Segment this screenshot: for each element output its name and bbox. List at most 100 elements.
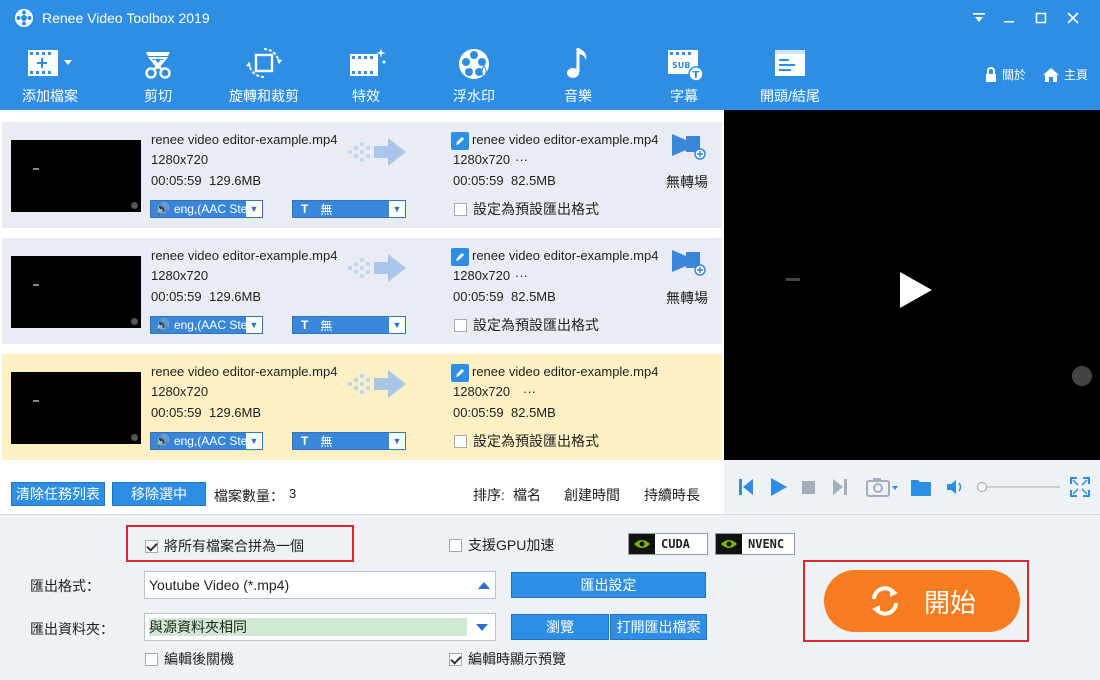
output-file-name: renee video editor-example.mp4 xyxy=(472,248,659,263)
output-size: 82.5MB xyxy=(511,173,556,188)
transition-label[interactable]: 無轉場 xyxy=(666,172,708,192)
dropdown-menu-button[interactable] xyxy=(964,6,994,30)
play-icon[interactable] xyxy=(898,270,934,310)
file-row[interactable]: renee video editor-example.mp4 1280x720 … xyxy=(2,238,722,344)
checkbox[interactable] xyxy=(454,202,467,216)
remove-selected-button[interactable]: 移除選中 xyxy=(112,482,206,506)
toolbar-label: 旋轉和裁剪 xyxy=(229,88,299,104)
subtitle-dropdown[interactable]: T 無 ▼ xyxy=(292,200,406,218)
export-settings-button[interactable]: 匯出設定 xyxy=(511,572,706,598)
about-link[interactable]: 關於 xyxy=(984,66,1026,83)
transition-camera-icon[interactable] xyxy=(670,128,708,160)
subtitle-dropdown[interactable]: T 無 ▼ xyxy=(292,316,406,334)
edit-output-button[interactable] xyxy=(451,132,469,150)
home-link[interactable]: 主頁 xyxy=(1042,66,1088,83)
speaker-icon: 🔊 xyxy=(155,434,170,448)
toolbar-music[interactable]: 音樂 xyxy=(528,44,628,106)
checkbox-checked[interactable] xyxy=(145,539,158,553)
preview-side-icon xyxy=(1072,366,1092,386)
nvidia-eye-icon xyxy=(716,534,742,554)
checkbox-checked[interactable] xyxy=(449,652,462,666)
toolbar-label: 字幕 xyxy=(670,88,698,104)
output-size: 82.5MB xyxy=(511,405,556,420)
set-default-format-checkbox[interactable]: 設定為預設匯出格式 xyxy=(454,315,599,335)
subtitle-dropdown[interactable]: T 無 ▼ xyxy=(292,432,406,450)
open-export-folder-button[interactable]: 打開匯出檔案 xyxy=(610,614,707,640)
speaker-icon: 🔊 xyxy=(155,318,170,332)
subtitle-value: 無 xyxy=(320,318,333,333)
checkbox[interactable] xyxy=(449,538,462,552)
minimize-button[interactable] xyxy=(994,6,1024,30)
sort-label: 排序: xyxy=(473,487,505,503)
gpu-accel-checkbox[interactable]: 支援GPU加速 xyxy=(449,535,554,555)
toolbar-cut[interactable]: 剪切 xyxy=(108,44,208,106)
volume-icon[interactable] xyxy=(946,479,966,495)
subtitle-value: 無 xyxy=(320,434,333,449)
toolbar-intro-outro[interactable]: 開頭/結尾 xyxy=(740,44,840,106)
file-row-selected[interactable]: renee video editor-example.mp4 1280x720 … xyxy=(2,354,722,460)
stop-icon[interactable] xyxy=(802,481,815,494)
export-folder-select[interactable]: 與源資料夾相同 xyxy=(144,613,496,641)
maximize-icon xyxy=(1035,12,1047,24)
menu-down-icon xyxy=(973,13,985,22)
show-preview-checkbox[interactable]: 編輯時顯示預覽 xyxy=(449,649,566,669)
text-t-icon: T xyxy=(301,202,309,216)
close-button[interactable] xyxy=(1058,6,1088,30)
set-default-format-checkbox[interactable]: 設定為預設匯出格式 xyxy=(454,431,599,451)
transition-label[interactable]: 無轉場 xyxy=(666,288,708,308)
output-more-button[interactable]: ··· xyxy=(523,384,536,399)
sort-by-created[interactable]: 創建時間 xyxy=(564,485,620,505)
merge-files-checkbox[interactable]: 將所有檔案合拼為一個 xyxy=(145,536,304,556)
svg-text:T: T xyxy=(693,70,700,81)
output-duration: 00:05:59 xyxy=(453,405,504,420)
toolbar-add-file[interactable]: 添加檔案 xyxy=(0,44,100,106)
set-default-format-checkbox[interactable]: 設定為預設匯出格式 xyxy=(454,199,599,219)
checkbox[interactable] xyxy=(454,318,467,332)
player-controls xyxy=(724,460,1100,514)
clear-task-list-button[interactable]: 清除任務列表 xyxy=(11,482,105,506)
audio-track-dropdown[interactable]: 🔊 eng,(AAC Ste ▼ xyxy=(150,432,263,450)
toolbar-rotate-crop[interactable]: 旋轉和裁剪 xyxy=(214,44,314,106)
source-size: 129.6MB xyxy=(209,405,262,420)
volume-knob[interactable] xyxy=(977,482,988,492)
sort-by-duration[interactable]: 持續時長 xyxy=(644,485,700,505)
checkbox[interactable] xyxy=(454,434,467,448)
output-resolution: 1280x720 xyxy=(453,152,511,167)
audio-track-dropdown[interactable]: 🔊 eng,(AAC Ste ▼ xyxy=(150,200,263,218)
audio-track-dropdown[interactable]: 🔊 eng,(AAC Ste ▼ xyxy=(150,316,263,334)
sort-by-name[interactable]: 檔名 xyxy=(513,485,541,505)
toolbar-watermark[interactable]: 浮水印 xyxy=(424,44,524,106)
browse-button[interactable]: 瀏覽 xyxy=(511,614,609,640)
audio-track-value: eng,(AAC Ste xyxy=(173,202,246,216)
maximize-button[interactable] xyxy=(1026,6,1056,30)
edit-output-button[interactable] xyxy=(451,248,469,266)
start-label: 開始 xyxy=(923,587,976,618)
checkbox[interactable] xyxy=(145,652,158,666)
skip-forward-icon[interactable] xyxy=(832,478,848,496)
music-note-icon xyxy=(567,48,587,78)
volume-slider[interactable] xyxy=(977,482,1060,492)
toolbar-subtitle[interactable]: SUB T 字幕 xyxy=(634,44,734,106)
show-preview-label: 編輯時顯示預覽 xyxy=(468,651,566,667)
source-resolution: 1280x720 xyxy=(151,152,209,167)
video-preview[interactable] xyxy=(724,110,1100,460)
toolbar-effects[interactable]: 特效 xyxy=(316,44,416,106)
file-row[interactable]: renee video editor-example.mp4 1280x720 … xyxy=(2,122,722,228)
audio-track-value: eng,(AAC Ste xyxy=(173,318,246,332)
app-logo-icon xyxy=(15,9,33,27)
play-control-icon[interactable] xyxy=(770,477,788,497)
output-more-button[interactable]: ··· xyxy=(515,152,528,167)
camera-snapshot-icon[interactable] xyxy=(866,476,900,498)
skip-back-icon[interactable] xyxy=(738,478,754,496)
export-format-select[interactable]: Youtube Video (*.mp4) xyxy=(144,571,496,599)
shutdown-after-edit-checkbox[interactable]: 編輯後關機 xyxy=(145,649,234,669)
open-folder-icon[interactable] xyxy=(910,477,932,497)
source-file-name: renee video editor-example.mp4 xyxy=(151,132,338,147)
edit-output-button[interactable] xyxy=(451,364,469,382)
list-action-bar: 清除任務列表 移除選中 檔案數量： 3 排序: 檔名 創建時間 持續時長 xyxy=(0,474,724,514)
start-button[interactable]: 開始 xyxy=(824,570,1020,632)
output-more-button[interactable]: ··· xyxy=(515,268,528,283)
fullscreen-icon[interactable] xyxy=(1070,477,1090,497)
source-size: 129.6MB xyxy=(209,289,262,304)
transition-camera-icon[interactable] xyxy=(670,244,708,276)
